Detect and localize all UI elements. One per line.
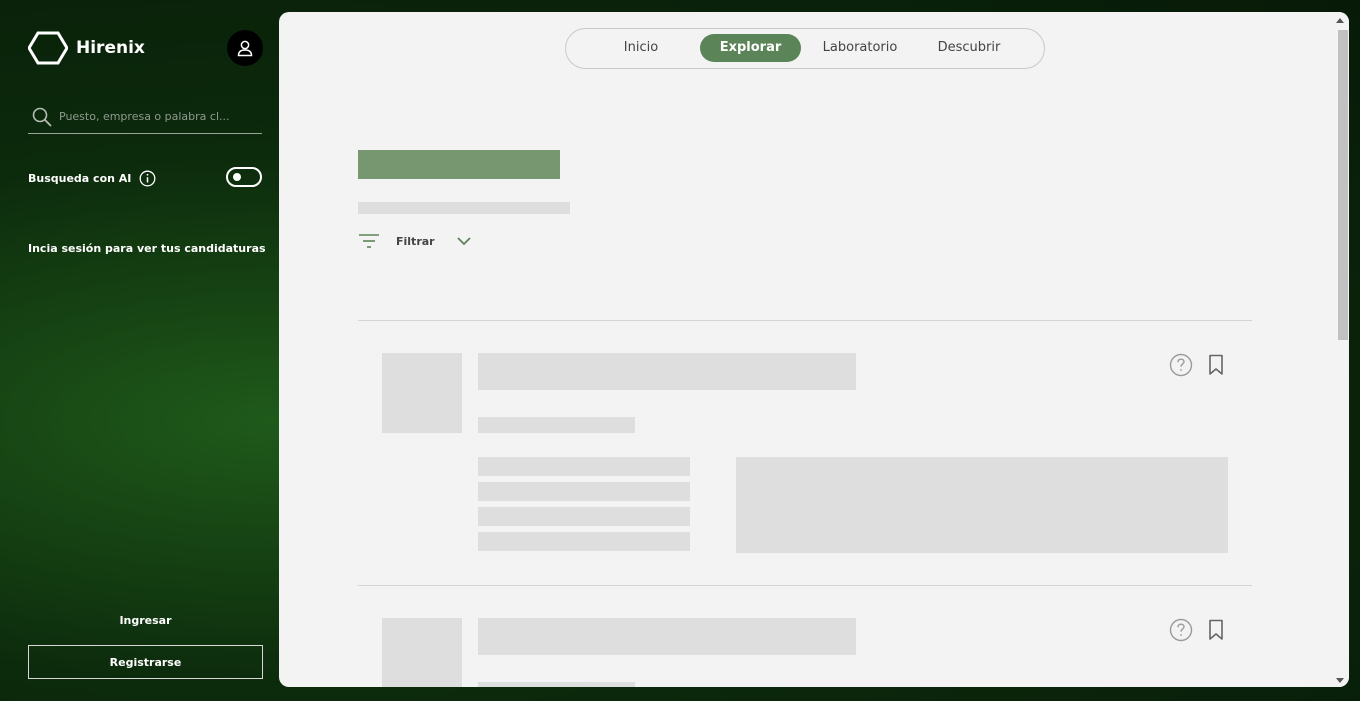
search-icon — [32, 107, 52, 127]
toggle-knob — [233, 173, 241, 181]
ai-search-toggle[interactable] — [226, 167, 262, 187]
company-name-skeleton — [478, 682, 635, 687]
subtitle-skeleton — [358, 202, 570, 214]
detail-line-skeleton — [478, 482, 690, 501]
main-panel: Inicio Explorar Laboratorio Descubrir Fi… — [279, 12, 1349, 687]
search-input[interactable] — [59, 110, 249, 123]
ai-search-label: Busqueda con AI — [28, 171, 132, 185]
brand-name: Hirenix — [76, 38, 145, 58]
user-icon — [237, 40, 253, 57]
chevron-down-icon — [456, 237, 471, 246]
search-box — [28, 100, 262, 134]
ai-search-row: Busqueda con AI — [28, 167, 262, 188]
company-logo-skeleton — [382, 618, 462, 687]
question-icon[interactable] — [1169, 618, 1193, 642]
detail-line-skeleton — [478, 457, 690, 476]
login-hint-text: Incia sesión para ver tus candidaturas — [28, 242, 266, 255]
company-name-skeleton — [478, 417, 635, 433]
info-icon[interactable] — [139, 170, 156, 187]
sidebar: Hirenix Busqueda con AI Incia sesión par… — [0, 0, 279, 701]
top-nav: Inicio Explorar Laboratorio Descubrir — [565, 28, 1045, 69]
question-icon[interactable] — [1169, 353, 1193, 377]
bookmark-icon[interactable] — [1204, 353, 1228, 377]
vertical-scrollbar[interactable] — [1333, 12, 1349, 687]
scroll-down-arrow[interactable] — [1336, 678, 1344, 683]
filter-icon — [359, 234, 379, 248]
brand-logo[interactable]: Hirenix — [28, 31, 145, 65]
login-link[interactable]: Ingresar — [28, 614, 263, 627]
detail-line-skeleton — [478, 507, 690, 526]
register-button[interactable]: Registrarse — [28, 645, 263, 679]
page-title-skeleton — [358, 150, 560, 179]
detail-line-skeleton — [478, 532, 690, 551]
hexagon-logo-icon — [28, 31, 68, 65]
tab-explorar[interactable]: Explorar — [700, 34, 801, 62]
tab-laboratorio[interactable]: Laboratorio — [816, 34, 904, 62]
company-logo-skeleton — [382, 353, 462, 433]
job-title-skeleton — [478, 618, 856, 655]
user-account-button[interactable] — [227, 30, 263, 66]
scroll-thumb[interactable] — [1338, 30, 1348, 340]
tab-inicio[interactable]: Inicio — [606, 34, 676, 62]
list-divider — [358, 320, 1252, 321]
list-divider — [358, 585, 1252, 586]
job-title-skeleton — [478, 353, 856, 390]
filter-label: Filtrar — [396, 234, 435, 248]
filter-button[interactable]: Filtrar — [358, 232, 471, 250]
description-skeleton — [736, 457, 1228, 553]
bookmark-icon[interactable] — [1204, 618, 1228, 642]
tab-descubrir[interactable]: Descubrir — [929, 34, 1009, 62]
scroll-up-arrow[interactable] — [1336, 18, 1344, 23]
